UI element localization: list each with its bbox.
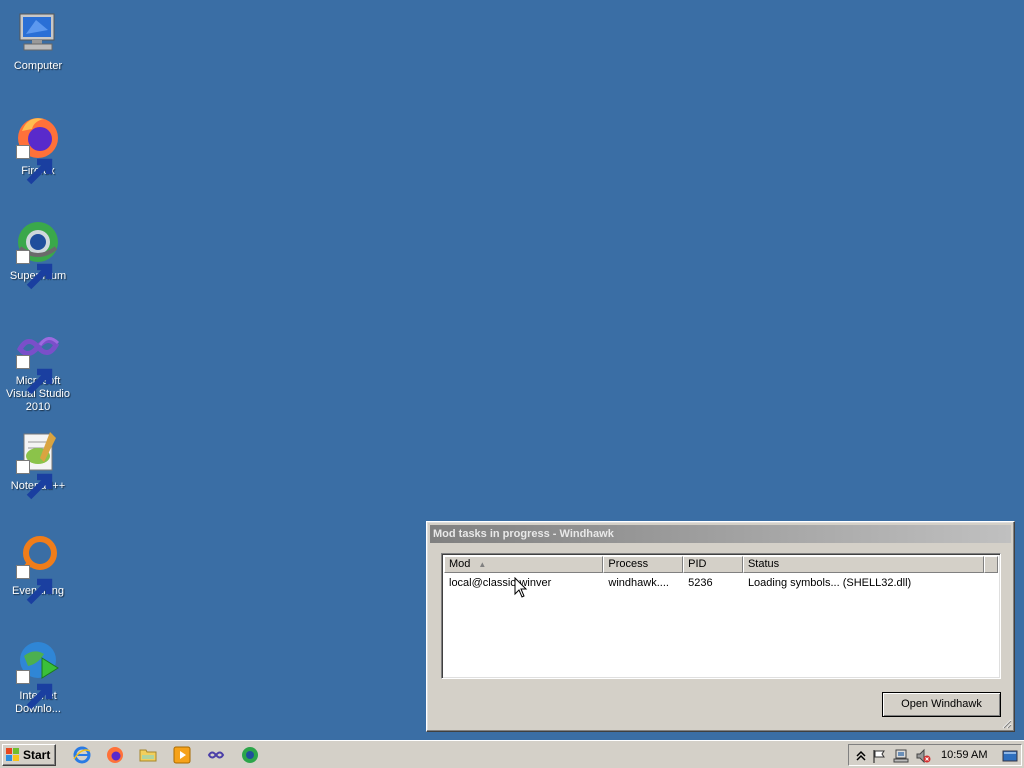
desktop-icon-supermium[interactable]: Supermium	[0, 218, 76, 290]
windows-logo-icon	[6, 748, 19, 761]
taskbar: Start 10:59 AM	[0, 740, 1024, 768]
notepadpp-icon	[14, 428, 62, 500]
internet-download-manager-icon	[14, 638, 62, 710]
shortcut-arrow-icon	[16, 355, 53, 395]
cell-process: windhawk....	[608, 577, 669, 589]
column-header-mod[interactable]: Mod ▲	[444, 556, 604, 573]
network-icon[interactable]	[893, 748, 909, 764]
column-header-pid[interactable]: PID	[683, 556, 743, 573]
desktop-icon-notepadpp[interactable]: Notepad++	[0, 428, 76, 500]
firefox-icon[interactable]	[106, 746, 124, 764]
desktop-icon-computer[interactable]: Computer	[0, 8, 76, 73]
volume-muted-icon[interactable]	[915, 748, 931, 764]
open-windhawk-button[interactable]: Open Windhawk	[882, 692, 1001, 717]
cell-status: Loading symbols... (SHELL32.dll)	[747, 577, 912, 589]
action-center-flag-icon[interactable]	[871, 748, 887, 764]
everything-icon	[14, 533, 62, 605]
windhawk-tasks-dialog: Mod tasks in progress - Windhawk Mod ▲ Pr…	[426, 521, 1015, 732]
column-header-filler	[984, 556, 999, 573]
shortcut-arrow-icon	[16, 145, 53, 185]
show-desktop-icon[interactable]	[1002, 748, 1018, 764]
supermium-icon[interactable]	[241, 746, 259, 764]
desktop-icon-visual-studio[interactable]: Microsoft Visual Studio 2010	[0, 323, 76, 414]
sort-ascending-icon: ▲	[478, 560, 487, 569]
shortcut-arrow-icon	[16, 250, 53, 290]
shortcut-arrow-icon	[16, 565, 53, 605]
visual-studio-icon[interactable]	[207, 746, 225, 764]
media-player-icon[interactable]	[173, 746, 191, 764]
resize-grip-icon[interactable]	[1000, 717, 1012, 729]
computer-icon	[14, 8, 62, 56]
shortcut-arrow-icon	[16, 460, 53, 500]
column-header-status[interactable]: Status	[742, 556, 985, 573]
system-tray: 10:59 AM	[848, 744, 1022, 766]
tasks-list[interactable]: Mod ▲ Process PID Status local@classic-wi…	[441, 553, 1001, 679]
explorer-folder-icon[interactable]	[139, 746, 157, 764]
firefox-icon	[14, 113, 62, 185]
dialog-title[interactable]: Mod tasks in progress - Windhawk	[430, 525, 1011, 543]
desktop-icon-internet-download-manager[interactable]: Internet Downlo...	[0, 638, 76, 716]
desktop-icon-label: Computer	[13, 60, 63, 72]
start-label: Start	[23, 748, 51, 762]
start-button[interactable]: Start	[2, 744, 56, 766]
mouse-cursor-icon	[514, 577, 528, 598]
internet-explorer-icon[interactable]	[73, 746, 91, 764]
visual-studio-icon	[14, 323, 62, 395]
clock[interactable]: 10:59 AM	[941, 745, 987, 765]
shortcut-arrow-icon	[16, 670, 53, 710]
desktop-icon-everything[interactable]: Everything	[0, 533, 76, 605]
list-header: Mod ▲ Process PID Status	[444, 556, 999, 573]
column-header-label: Mod	[449, 558, 471, 570]
cell-pid: 5236	[688, 577, 713, 589]
desktop-icon-firefox[interactable]: Firefox	[0, 113, 76, 185]
show-hidden-icons-icon[interactable]	[853, 748, 869, 764]
column-header-process[interactable]: Process	[603, 556, 684, 573]
supermium-icon	[14, 218, 62, 290]
